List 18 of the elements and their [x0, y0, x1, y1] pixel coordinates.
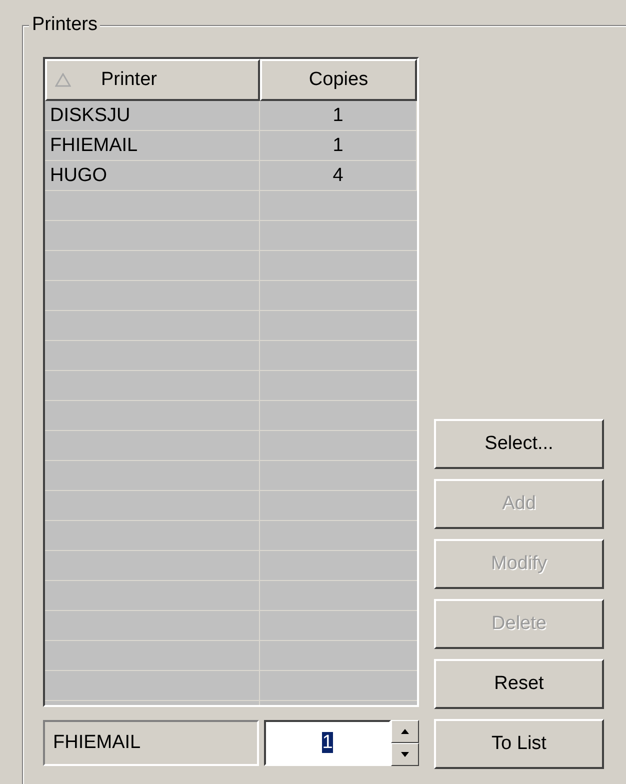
action-button[interactable]: Reset: [434, 659, 604, 709]
table-cell: 4: [260, 161, 417, 191]
action-button[interactable]: To List: [434, 719, 604, 769]
action-button[interactable]: Select...: [434, 419, 604, 469]
down-arrow-icon: [401, 752, 409, 757]
table-cell: 1: [260, 101, 417, 131]
up-arrow-icon: [401, 729, 409, 734]
copies-field[interactable]: 1: [264, 720, 391, 766]
sort-ascending-icon: [55, 73, 71, 87]
printer-name-field[interactable]: FHIEMAIL: [43, 720, 259, 766]
column-header[interactable]: Copies: [260, 59, 417, 101]
table-cell: FHIEMAIL: [45, 131, 260, 161]
table-cell: 1: [260, 131, 417, 161]
spin-down-button[interactable]: [391, 743, 419, 766]
spin-up-button[interactable]: [391, 720, 419, 743]
table-cell: HUGO: [45, 161, 260, 191]
column-header[interactable]: Printer: [45, 59, 260, 101]
table-cell: DISKSJU: [45, 101, 260, 131]
